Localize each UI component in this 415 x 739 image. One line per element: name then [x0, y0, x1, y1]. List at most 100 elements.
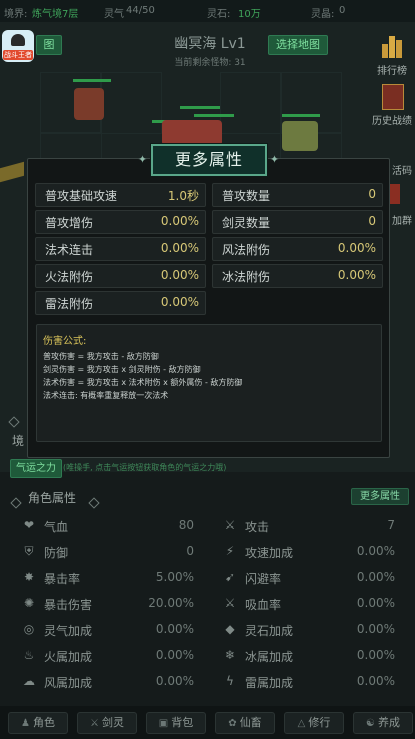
blood-icon: ❤: [23, 518, 35, 532]
attributes-header: 角色属性 更多属性: [8, 488, 409, 509]
remaining-monsters: 当前剩余怪物: 31: [174, 58, 246, 68]
attribute-key: 风属加成: [44, 676, 93, 690]
stat-key: 风法附伤: [222, 243, 271, 257]
attribute-value: 0.00%: [155, 674, 194, 688]
formula-line: 剑灵伤害 = 我方攻击 x 剑灵附伤 - 敌方防御: [43, 365, 201, 374]
attribute-value: 80: [178, 518, 194, 532]
realm-value: 炼气境7层: [32, 9, 79, 20]
stat-cell: 风法附伤 0.00%: [212, 237, 383, 261]
nav-tab-label: 角色: [32, 716, 55, 729]
attribute-key: 火属加成: [44, 650, 93, 664]
monster-hp-bar: [73, 79, 111, 82]
nav-tab-label: 修行: [308, 716, 331, 729]
leaderboard-label[interactable]: 排行榜: [372, 62, 412, 77]
stat-value: 1.0秒: [167, 189, 199, 203]
formula-line: 普攻伤害 = 我方攻击 - 敌方防御: [43, 352, 159, 361]
stat-value: 0.00%: [160, 214, 199, 228]
stat-key: 冰法附伤: [222, 270, 271, 284]
stat-cell: 雷法附伤 0.00%: [35, 291, 206, 315]
attribute-value: 7: [387, 518, 395, 532]
stat-cell: 普攻增伤 0.00%: [35, 210, 206, 234]
attribute-key: 防御: [44, 546, 69, 560]
nav-tab[interactable]: ✿ 仙畜: [215, 712, 275, 734]
attribute-key: 灵气加成: [44, 624, 93, 638]
stat-key: 火法附伤: [45, 270, 94, 284]
diamond-icon: [88, 492, 100, 511]
collapse-icon[interactable]: [8, 411, 20, 430]
attribute-value: 0.00%: [356, 544, 395, 558]
modal-title-text: 更多属性: [174, 150, 243, 169]
history-icon[interactable]: [382, 84, 404, 110]
formula-line: 法术伤害 = 我方攻击 x 法术附伤 x 额外属伤 - 敌方防御: [43, 378, 243, 387]
leaderboard-icon[interactable]: [380, 34, 404, 58]
formula-title: 伤害公式:: [43, 336, 87, 347]
nav-tab[interactable]: △ 修行: [284, 712, 344, 734]
nav-tab-label: 背包: [171, 716, 194, 729]
attribute-value: 0.00%: [356, 570, 395, 584]
nav-tab-label: 仙畜: [239, 716, 262, 729]
lifesteal-icon: ⚔: [224, 596, 236, 610]
attribute-row: ☁ 风属加成 0.00%: [22, 671, 194, 695]
ornament-right-icon: ✦: [269, 153, 281, 166]
stone-label: 灵石:: [207, 9, 231, 20]
stat-value: 0: [368, 214, 376, 228]
attribute-key: 吸血率: [245, 598, 282, 612]
attribute-key: 雷属加成: [245, 676, 294, 690]
attribute-value: 0.00%: [356, 596, 395, 610]
bag-icon: ▣: [158, 718, 169, 729]
attribute-row: ✺ 暴击伤害 20.00%: [22, 593, 194, 617]
stat-cell: 普攻数量 0: [212, 183, 383, 207]
stat-value: 0: [368, 187, 376, 201]
stat-key: 普攻数量: [222, 189, 271, 203]
nav-tab-label: 剑灵: [101, 716, 124, 729]
nav-tab[interactable]: ♟ 角色: [8, 712, 68, 734]
more-attributes-button[interactable]: 更多属性: [351, 488, 409, 505]
stone-value: 10万: [238, 9, 261, 20]
crystal-value: 0: [339, 5, 346, 16]
monster[interactable]: [162, 120, 222, 146]
luck-power-button[interactable]: 气运之力: [10, 459, 62, 478]
attribute-key: 气血: [44, 520, 69, 534]
sword-icon: ⚔: [224, 518, 236, 532]
stat-cell: 普攻基础攻速 1.0秒: [35, 183, 206, 207]
monster[interactable]: [282, 121, 318, 151]
left-map-button[interactable]: 图: [36, 35, 62, 55]
nav-tab[interactable]: ▣ 背包: [146, 712, 206, 734]
attribute-row: ⚔ 攻击 7: [223, 515, 395, 539]
dodge-icon: ➹: [224, 570, 236, 584]
attribute-key: 暴击伤害: [44, 598, 93, 612]
select-map-button[interactable]: 选择地图: [268, 35, 328, 55]
monster-hp-bar: [282, 114, 320, 117]
app-logo-icon[interactable]: 战斗王者: [2, 30, 34, 62]
cultivate2-icon: ☯: [366, 718, 375, 729]
stone-icon: ◆: [225, 622, 235, 636]
attribute-key: 攻击: [245, 520, 270, 534]
damage-formula-box: 伤害公式: 普攻伤害 = 我方攻击 - 敌方防御 剑灵伤害 = 我方攻击 x 剑…: [36, 324, 382, 442]
fire-icon: ♨: [23, 648, 35, 662]
map-title: 幽冥海 Lv1: [174, 36, 246, 52]
character-icon: ♟: [21, 718, 30, 729]
stat-key: 剑灵数量: [222, 216, 271, 230]
diamond-icon: [10, 492, 22, 511]
stat-value: 0.00%: [160, 241, 199, 255]
status-bar: 境界: 炼气境7层 灵气 44/50 灵石: 10万 灵晶: 0: [0, 0, 415, 22]
attribute-grid: ❤ 气血 80 ⚔ 攻击 7 ⛨ 防御 0 ⚡ 攻速加成 0.00% ✸ 暴击率 5.00% ➹ 闪避率 0.00…: [22, 515, 395, 695]
attribute-row: ⚔ 吸血率 0.00%: [223, 593, 395, 617]
stat-cell: 剑灵数量 0: [212, 210, 383, 234]
stat-value: 0.00%: [160, 295, 199, 309]
qi-label: 灵气: [104, 9, 124, 20]
monster-hp-bar: [180, 106, 220, 109]
realm-label-lower: 境: [12, 434, 25, 448]
nav-tab[interactable]: ⚔ 剑灵: [77, 712, 137, 734]
stat-key: 普攻基础攻速: [45, 189, 118, 203]
cultivate-icon: △: [297, 718, 306, 729]
ornament-left-icon: ✦: [137, 153, 149, 166]
attribute-row: ❤ 气血 80: [22, 515, 194, 539]
ice-icon: ❄: [224, 648, 236, 662]
attribute-row: ⚡ 攻速加成 0.00%: [223, 541, 395, 565]
monster[interactable]: [74, 88, 104, 120]
nav-tab[interactable]: ☯ 养成: [353, 712, 413, 734]
formula-line: 法术连击: 有概率重复释放一次法术: [43, 391, 169, 400]
attribute-row: ϟ 雷属加成 0.00%: [223, 671, 395, 695]
history-label[interactable]: 历史战绩: [372, 112, 412, 127]
